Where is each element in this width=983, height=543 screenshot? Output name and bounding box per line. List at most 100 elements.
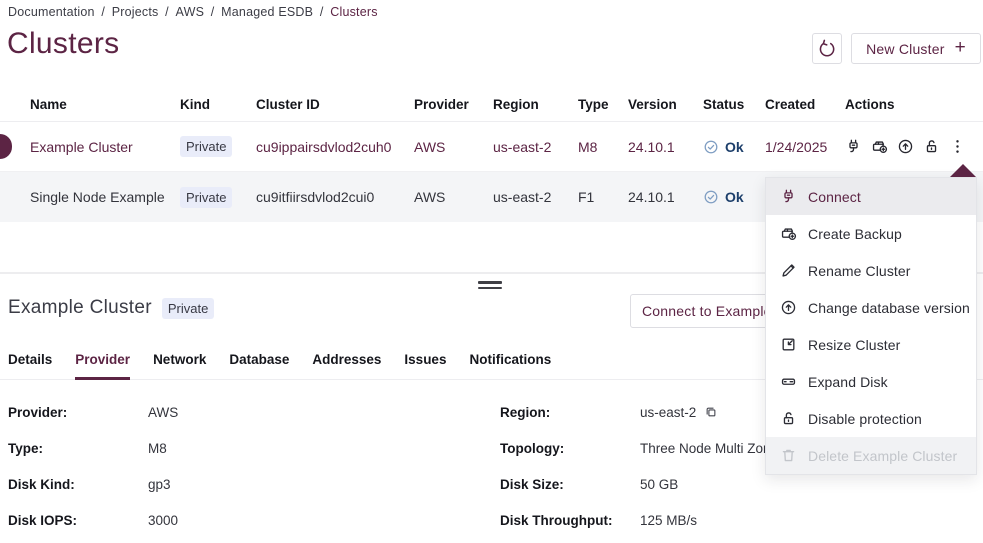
menu-item-label: Change database version (808, 300, 970, 316)
breadcrumb-item-documentation[interactable]: Documentation (8, 5, 95, 19)
menu-item-disable-protection[interactable]: Disable protection (766, 400, 976, 437)
menu-item-label: Rename Cluster (808, 263, 911, 279)
detail-field: Provider:AWS (8, 394, 178, 430)
detail-field: Disk IOPS:3000 (8, 502, 178, 538)
tab-database[interactable]: Database (229, 346, 289, 380)
menu-item-rename-cluster[interactable]: Rename Cluster (766, 252, 976, 289)
tab-provider[interactable]: Provider (75, 346, 130, 380)
field-label: Disk IOPS: (8, 513, 148, 528)
detail-fields-right: Region:us-east-2 Topology:Three Node Mult… (500, 394, 778, 538)
unlock-icon (780, 410, 797, 427)
menu-item-label: Connect (808, 189, 861, 205)
breadcrumb-separator: / (95, 5, 112, 19)
breadcrumb-separator: / (313, 5, 330, 19)
field-label: Topology: (500, 441, 640, 456)
cell-provider: AWS (414, 139, 493, 155)
tab-details[interactable]: Details (8, 346, 52, 380)
kebab-icon[interactable] (949, 138, 966, 155)
new-cluster-label: New Cluster (866, 41, 944, 57)
field-value: 50 GB (640, 477, 678, 492)
menu-item-label: Disable protection (808, 411, 922, 427)
detail-field: Disk Kind:gp3 (8, 466, 178, 502)
menu-item-expand-disk[interactable]: Expand Disk (766, 363, 976, 400)
detail-fields-left: Provider:AWSType:M8Disk Kind:gp3Disk IOP… (8, 394, 178, 538)
field-label: Provider: (8, 405, 148, 420)
trash-icon (780, 447, 797, 464)
tab-issues[interactable]: Issues (404, 346, 446, 380)
column-header-status: Status (703, 97, 765, 112)
page-title: Clusters (7, 27, 119, 61)
column-header-region: Region (493, 97, 578, 112)
column-header-kind: Kind (180, 97, 256, 112)
detail-field: Disk Throughput:125 MB/s (500, 502, 778, 538)
menu-item-connect[interactable]: Connect (766, 178, 976, 215)
arrow-up-circle-icon[interactable] (897, 138, 914, 155)
menu-item-label: Delete Example Cluster (808, 448, 957, 464)
field-value-text: gp3 (148, 477, 171, 492)
copy-icon[interactable] (704, 405, 718, 419)
column-header-type: Type (578, 97, 628, 112)
cell-version: 24.10.1 (628, 189, 703, 205)
table-row[interactable]: Example ClusterPrivatecu9ippairsdvlod2cu… (0, 122, 983, 172)
menu-item-change-database-version[interactable]: Change database version (766, 289, 976, 326)
tab-notifications[interactable]: Notifications (469, 346, 551, 380)
menu-item-label: Expand Disk (808, 374, 888, 390)
detail-panel-title: Example Cluster (8, 297, 152, 319)
cell-created: 1/24/2025 (765, 139, 845, 155)
table-header-row: NameKindCluster IDProviderRegionTypeVers… (0, 88, 983, 122)
field-value: us-east-2 (640, 405, 718, 420)
tab-network[interactable]: Network (153, 346, 206, 380)
field-value: gp3 (148, 477, 171, 492)
field-value-text: M8 (148, 441, 167, 456)
menu-item-label: Resize Cluster (808, 337, 900, 353)
unlock-icon[interactable] (923, 138, 940, 155)
cell-cluster-id: cu9ippairsdvlod2cuh0 (256, 139, 414, 155)
breadcrumb: Documentation / Projects / AWS / Managed… (8, 5, 378, 19)
field-value-text: 125 MB/s (640, 513, 697, 528)
breadcrumb-item-clusters: Clusters (330, 5, 377, 19)
pencil-icon (780, 262, 797, 279)
field-value-text: 3000 (148, 513, 178, 528)
detail-field: Topology:Three Node Multi Zone (500, 430, 778, 466)
tab-addresses[interactable]: Addresses (312, 346, 381, 380)
field-label: Region: (500, 405, 640, 420)
panel-drag-handle[interactable] (478, 281, 502, 292)
menu-item-resize-cluster[interactable]: Resize Cluster (766, 326, 976, 363)
column-header-provider: Provider (414, 97, 493, 112)
clusters-page: Documentation / Projects / AWS / Managed… (0, 0, 983, 543)
field-value-text: us-east-2 (640, 405, 696, 420)
new-cluster-button[interactable]: New Cluster + (851, 33, 981, 64)
field-label: Disk Size: (500, 477, 640, 492)
arrow-up-circle-icon (780, 299, 797, 316)
cell-status: Ok (703, 189, 765, 205)
menu-item-create-backup[interactable]: Create Backup (766, 215, 976, 252)
field-value: AWS (148, 405, 178, 420)
detail-kind-badge: Private (162, 298, 214, 319)
refresh-button[interactable] (812, 33, 842, 64)
field-value-text: 50 GB (640, 477, 678, 492)
column-header-name: Name (30, 97, 180, 112)
cell-kind: Private (180, 136, 256, 157)
breadcrumb-separator: / (158, 5, 175, 19)
kind-badge: Private (180, 187, 232, 208)
breadcrumb-item-aws[interactable]: AWS (176, 5, 205, 19)
menu-item-delete-example-cluster: Delete Example Cluster (766, 437, 976, 474)
breadcrumb-item-managed-esdb[interactable]: Managed ESDB (221, 5, 313, 19)
row-actions-context-menu: Connect Create Backup Rename Cluster Change… (765, 177, 977, 475)
column-header-cluster-id: Cluster ID (256, 97, 414, 112)
detail-field: Disk Size:50 GB (500, 466, 778, 502)
backup-icon[interactable] (871, 138, 888, 155)
breadcrumb-item-projects[interactable]: Projects (112, 5, 159, 19)
cell-provider: AWS (414, 189, 493, 205)
field-value: 125 MB/s (640, 513, 697, 528)
status-label: Ok (725, 189, 744, 205)
cell-region: us-east-2 (493, 139, 578, 155)
cell-name: Example Cluster (30, 139, 180, 155)
menu-item-label: Create Backup (808, 226, 902, 242)
field-label: Type: (8, 441, 148, 456)
cell-region: us-east-2 (493, 189, 578, 205)
cell-type: F1 (578, 189, 628, 205)
field-value-text: Three Node Multi Zone (640, 441, 778, 456)
plug-icon[interactable] (845, 138, 862, 155)
cell-cluster-id: cu9itfiirsdvlod2cui0 (256, 189, 414, 205)
